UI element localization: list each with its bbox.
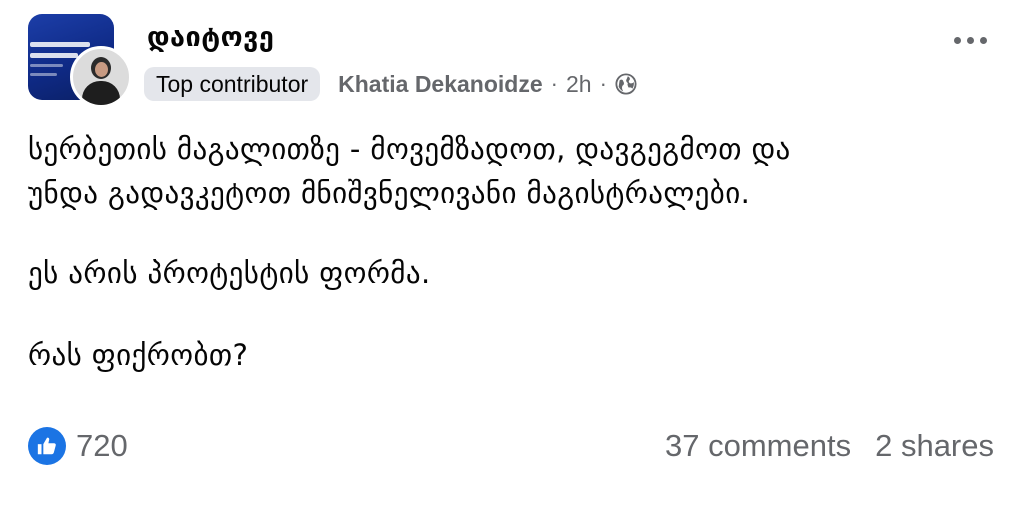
more-options-icon[interactable] xyxy=(944,20,996,60)
thumbs-up-icon xyxy=(37,437,56,455)
post-text-line: სერბეთის მაგალითზე - მოვემზადოთ, დავგეგმ… xyxy=(28,132,791,166)
like-icon xyxy=(28,427,66,465)
post-timestamp[interactable]: 2h xyxy=(566,71,592,98)
post-text-line: უნდა გადავკეტოთ მნიშვნელივანი მაგისტრალე… xyxy=(28,176,751,210)
post-meta-row: Top contributor Khatia Dekanoidze · 2h · xyxy=(144,66,637,102)
reactions-summary[interactable]: 720 xyxy=(28,426,128,466)
top-contributor-badge: Top contributor xyxy=(144,67,321,101)
comments-count-link[interactable]: 37 comments xyxy=(665,428,851,464)
author-name-link[interactable]: Khatia Dekanoidze xyxy=(338,71,543,98)
meta-separator: · xyxy=(550,71,558,96)
group-name-link[interactable]: დაიტოვე xyxy=(147,22,274,53)
post-text-line: რას ფიქრობთ? xyxy=(28,338,249,372)
globe-icon[interactable] xyxy=(615,73,637,95)
engagement-stats: 37 comments 2 shares xyxy=(665,426,994,466)
author-avatar[interactable] xyxy=(70,46,132,108)
meta-separator: · xyxy=(599,71,607,96)
post-text-line: ეს არის პროტესტის ფორმა. xyxy=(28,256,431,290)
reaction-count: 720 xyxy=(76,428,128,463)
shares-count-link[interactable]: 2 shares xyxy=(875,428,994,464)
post-card: დაიტოვე Top contributor Khatia Dekanoidz… xyxy=(0,0,1024,508)
